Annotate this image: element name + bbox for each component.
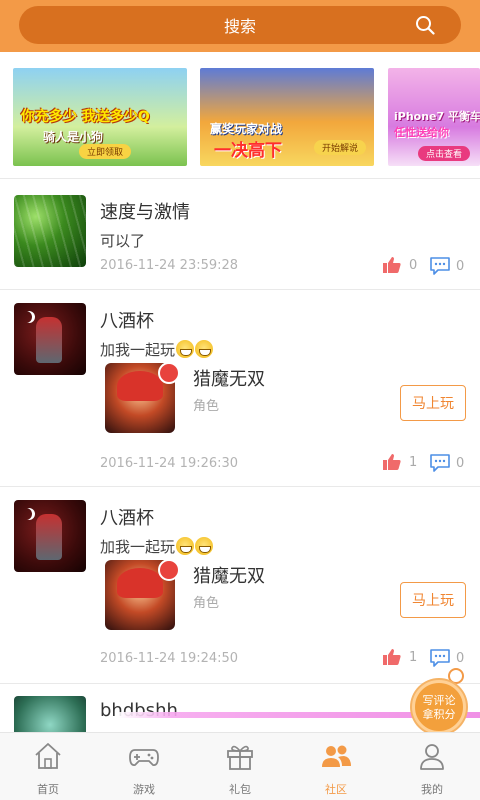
post-author[interactable]: 八酒杯	[100, 504, 154, 530]
nav-games[interactable]: 游戏	[96, 733, 192, 800]
like-button[interactable]: 1	[383, 454, 417, 470]
nav-label: 游戏	[133, 783, 155, 796]
post-time: 2016-11-24 23:59:28	[100, 258, 239, 273]
banner-headline: 你充多少 我送多少Q	[21, 109, 150, 125]
play-now-button[interactable]: 马上玩	[400, 385, 466, 421]
gift-box-icon	[227, 745, 253, 770]
comment-count: 0	[456, 650, 465, 666]
game-name[interactable]: 猎魔无双	[193, 562, 265, 588]
post-author[interactable]: 速度与激情	[100, 198, 190, 224]
community-people-icon	[322, 745, 351, 767]
nav-profile[interactable]: 我的	[384, 733, 480, 800]
gift-icon	[158, 362, 180, 384]
thumbs-up-icon	[383, 649, 401, 665]
comment-bubble-icon	[430, 454, 450, 472]
grin-emoji-icon	[176, 340, 195, 358]
comment-button[interactable]: 0	[430, 649, 464, 667]
user-icon	[420, 744, 444, 770]
banner-button[interactable]: 点击查看	[418, 146, 471, 161]
banner-headline: iPhone7 平衡车	[394, 110, 480, 123]
banner-button[interactable]: 开始解说	[314, 140, 367, 155]
grin-emoji-icon	[195, 537, 214, 555]
post-time: 2016-11-24 19:26:30	[100, 456, 239, 471]
post-item[interactable]: 八酒杯 加我一起玩 猎魔无双 角色 马上玩 2016-11-24 19:24:5…	[0, 487, 480, 683]
avatar[interactable]	[14, 500, 86, 572]
banner-ad[interactable]: 你充多少 我送多少Q 骑人是小狗 立即领取	[13, 68, 187, 166]
like-count: 1	[409, 649, 418, 665]
banner-headline: 赢奖玩家对战	[210, 122, 283, 136]
thumbs-up-icon	[383, 257, 401, 273]
banner-carousel[interactable]: 你充多少 我送多少Q 骑人是小狗 立即领取 赢奖玩家对战 一决高下 开始解说 i…	[0, 52, 480, 178]
write-review-button[interactable]: 写评论 拿积分	[412, 680, 466, 734]
bottom-navigation: 首页 游戏 礼包 社区 我的	[0, 732, 480, 800]
like-count: 1	[409, 454, 418, 470]
nav-home[interactable]: 首页	[0, 733, 96, 800]
comment-button[interactable]: 0	[430, 257, 464, 275]
game-type: 角色	[193, 596, 220, 611]
banner-subline: 骑人是小狗	[43, 130, 104, 144]
nav-label: 首页	[37, 783, 59, 796]
nav-community[interactable]: 社区	[288, 733, 384, 800]
post-author[interactable]: 八酒杯	[100, 307, 154, 333]
post-comment: 可以了	[100, 232, 146, 250]
banner-subline: 一决高下	[214, 141, 282, 161]
post-item[interactable]: 八酒杯 加我一起玩 猎魔无双 角色 马上玩 2016-11-24 19:26:3…	[0, 290, 480, 486]
app-screen: 搜索 你充多少 我送多少Q 骑人是小狗 立即领取 赢奖玩家对战 一决高下 开始解…	[0, 0, 480, 800]
nav-label: 社区	[325, 783, 347, 796]
post-comment: 加我一起玩	[100, 538, 176, 556]
banner-button[interactable]: 立即领取	[79, 144, 132, 159]
comment-button[interactable]: 0	[430, 454, 464, 472]
post-time: 2016-11-24 19:24:50	[100, 651, 239, 666]
search-icon[interactable]	[415, 15, 435, 35]
comment-bubble-icon	[430, 649, 450, 667]
nav-gifts[interactable]: 礼包	[192, 733, 288, 800]
post-item[interactable]: 速度与激情 可以了 2016-11-24 23:59:28 0 0	[0, 179, 480, 289]
banner-ad[interactable]: 赢奖玩家对战 一决高下 开始解说	[200, 68, 374, 166]
nav-label: 礼包	[229, 783, 251, 796]
like-button[interactable]: 0	[383, 257, 417, 273]
thumbs-up-icon	[383, 454, 401, 470]
banner-subline: 任性送给你	[394, 126, 449, 139]
top-bar: 搜索	[0, 0, 480, 52]
comment-bubble-icon	[430, 257, 450, 275]
search-label: 搜索	[223, 17, 256, 36]
avatar[interactable]	[14, 696, 86, 732]
post-comment-line: 加我一起玩	[100, 339, 214, 360]
post-comment: 加我一起玩	[100, 341, 176, 359]
grin-emoji-icon	[195, 340, 214, 358]
avatar[interactable]	[14, 195, 86, 267]
game-name[interactable]: 猎魔无双	[193, 365, 265, 391]
comment-count: 0	[456, 455, 465, 471]
like-button[interactable]: 1	[383, 649, 417, 665]
post-comment-line: 加我一起玩	[100, 536, 214, 557]
game-type: 角色	[193, 399, 220, 414]
gift-icon	[158, 559, 180, 581]
like-count: 0	[409, 257, 418, 273]
avatar[interactable]	[14, 303, 86, 375]
play-now-button[interactable]: 马上玩	[400, 582, 466, 618]
post-item[interactable]: bhdbshh	[0, 684, 480, 732]
nav-label: 我的	[421, 783, 443, 796]
home-icon	[35, 743, 61, 769]
banner-ad[interactable]: iPhone7 平衡车 任性送给你 点击查看	[388, 68, 480, 166]
grin-emoji-icon	[176, 537, 195, 555]
comment-count: 0	[456, 258, 465, 274]
search-bar[interactable]: 搜索	[19, 6, 461, 44]
gamepad-icon	[129, 749, 159, 766]
